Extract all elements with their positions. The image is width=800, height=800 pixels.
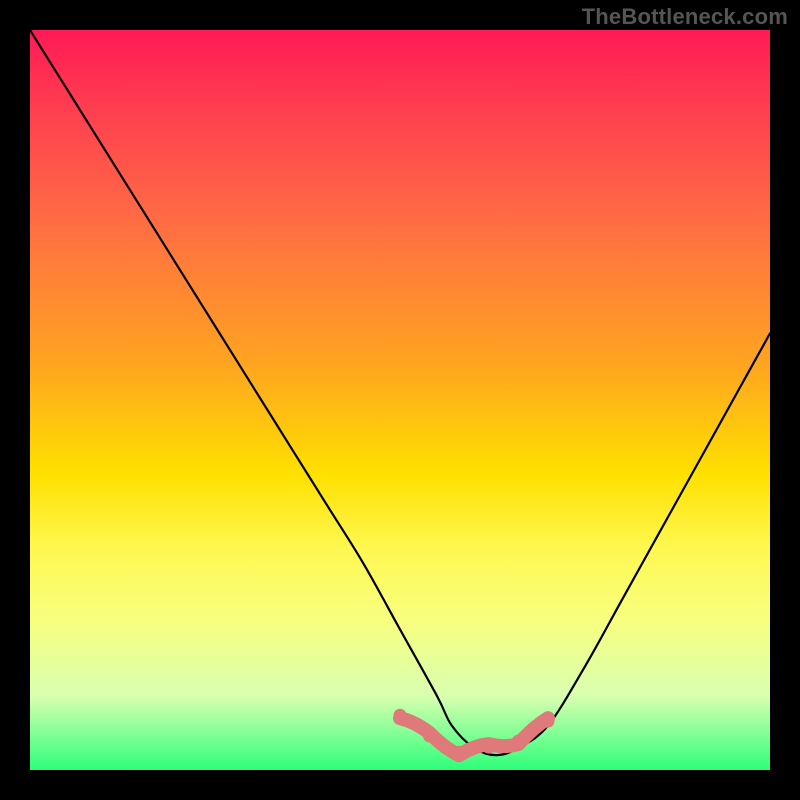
highlight-dot bbox=[394, 709, 407, 722]
highlight-dot bbox=[512, 735, 525, 748]
highlight-dot bbox=[453, 746, 466, 759]
highlight-dot bbox=[542, 715, 555, 728]
bottleneck-curve bbox=[30, 30, 770, 755]
watermark-text: TheBottleneck.com bbox=[582, 4, 788, 30]
chart-svg bbox=[30, 30, 770, 770]
optimal-range-marker bbox=[400, 718, 548, 755]
highlight-dot bbox=[423, 730, 436, 743]
plot-area bbox=[30, 30, 770, 770]
highlight-dot bbox=[482, 741, 495, 754]
chart-frame: TheBottleneck.com bbox=[0, 0, 800, 800]
